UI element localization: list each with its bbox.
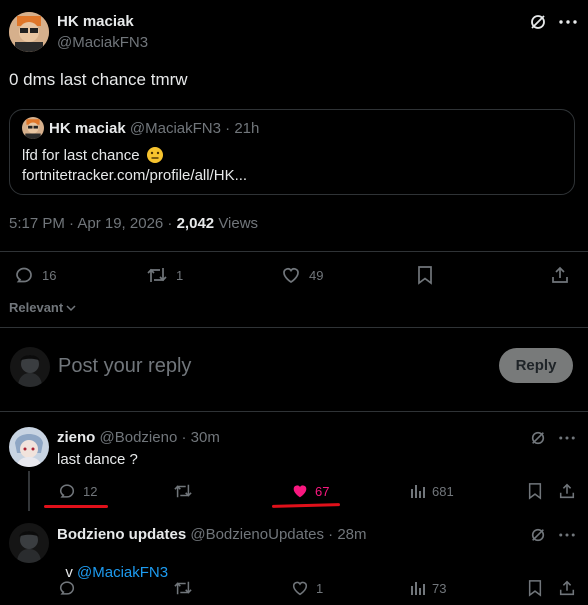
like-count: 67 [315, 483, 330, 499]
quote-link[interactable]: fortnitetracker.com/profile/all/HK... [22, 167, 247, 184]
annotation-underline [44, 505, 108, 508]
share-icon[interactable] [550, 265, 570, 285]
annotation-underline [271, 503, 341, 508]
reply-text: last dance ? [57, 451, 138, 468]
reply-avatar[interactable] [9, 427, 49, 467]
sort-label: Relevant [9, 300, 64, 315]
views-count: 2,042 [176, 215, 215, 232]
analytics-icon [410, 580, 426, 596]
more-icon[interactable] [559, 533, 575, 537]
chevron-down-icon [65, 302, 77, 314]
quote-author-name: HK maciak [49, 120, 126, 137]
reply-handle[interactable]: @BodzienoUpdates [190, 526, 324, 543]
mention-link[interactable]: @MaciakFN3 [77, 564, 168, 581]
views-count: 681 [432, 483, 454, 499]
author-name[interactable]: HK maciak [57, 13, 134, 30]
quote-avatar [22, 117, 44, 139]
thread-line [28, 471, 30, 511]
reply-time[interactable]: · 30m [181, 429, 219, 446]
quote-time: 21h [234, 120, 260, 137]
like-button[interactable]: 1 [291, 579, 323, 597]
heart-filled-icon [291, 482, 309, 500]
views-button[interactable]: 73 [410, 580, 446, 596]
repost-icon[interactable] [173, 482, 193, 500]
like-button[interactable]: 67 [291, 482, 329, 500]
like-count: 1 [316, 580, 324, 596]
bookmark-icon[interactable] [527, 579, 543, 597]
reply-author-name[interactable]: zieno [57, 429, 95, 446]
quote-text: lfd for last chance [22, 146, 140, 164]
quote-handle: @MaciakFN3 [129, 120, 221, 137]
quoted-post[interactable]: HK maciak @MaciakFN3 · 21h lfd for last … [9, 109, 575, 195]
bookmark-icon[interactable] [527, 482, 543, 500]
repost-icon [146, 265, 168, 285]
post-text: 0 dms last chance tmrw [9, 70, 188, 89]
grok-icon[interactable] [530, 527, 546, 543]
reply-icon [14, 265, 34, 285]
reply-handle[interactable]: @Bodzieno [100, 429, 178, 446]
repost-button[interactable]: 1 [146, 265, 183, 285]
like-count: 49 [309, 267, 324, 283]
reply-button[interactable]: 12 [58, 482, 97, 500]
bookmark-icon[interactable] [416, 265, 434, 285]
reply-time[interactable]: · 28m [328, 526, 366, 543]
views-label: Views [218, 215, 259, 232]
share-icon[interactable] [558, 579, 576, 597]
more-icon[interactable] [559, 436, 575, 440]
heart-icon [291, 579, 309, 597]
reply-submit-label: Reply [515, 357, 557, 374]
post-timestamp[interactable]: 5:17 PM · Apr 19, 2026 · [9, 215, 177, 232]
analytics-icon [410, 483, 426, 499]
author-handle[interactable]: @MaciakFN3 [57, 34, 148, 51]
heart-icon [281, 265, 301, 285]
author-avatar[interactable] [9, 12, 49, 52]
grok-icon[interactable] [530, 430, 546, 446]
reply-input[interactable]: Post your reply [58, 355, 191, 378]
grok-icon[interactable] [529, 13, 547, 31]
reply-avatar[interactable] [9, 523, 49, 563]
reply-button[interactable]: 16 [14, 265, 56, 285]
repost-icon[interactable] [173, 579, 193, 597]
my-avatar[interactable] [10, 347, 50, 387]
neutral-face-emoji-icon [146, 146, 164, 164]
reply-icon[interactable] [58, 579, 76, 597]
like-button[interactable]: 49 [281, 265, 323, 285]
more-icon[interactable] [559, 20, 577, 24]
repost-count: 1 [176, 267, 184, 283]
views-button[interactable]: 681 [410, 483, 454, 499]
reply-count: 12 [83, 483, 98, 499]
reply-submit-button[interactable]: Reply [499, 348, 573, 383]
views-count: 73 [432, 580, 447, 596]
reply-count: 16 [42, 267, 57, 283]
sort-dropdown[interactable]: Relevant [9, 300, 77, 315]
reply-author-name[interactable]: Bodzieno updates [57, 526, 186, 543]
share-icon[interactable] [558, 482, 576, 500]
reply-icon [58, 482, 76, 500]
